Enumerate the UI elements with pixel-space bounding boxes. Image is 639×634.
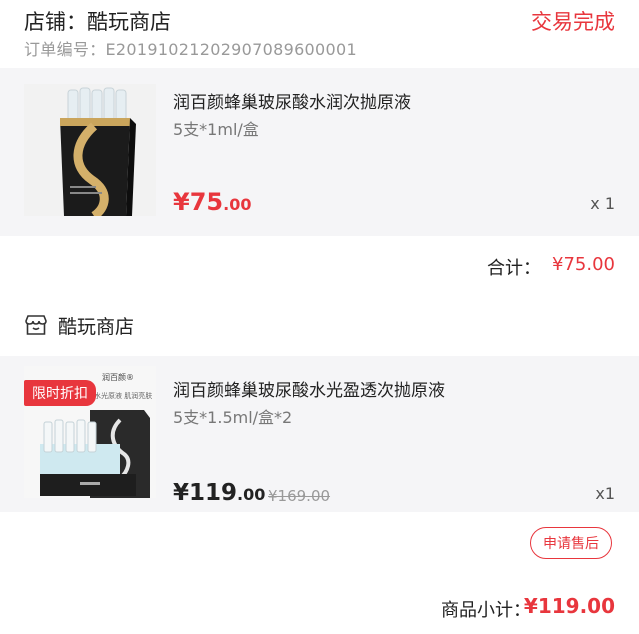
- price-decimal: .00: [237, 485, 266, 504]
- store-name-header[interactable]: 店铺：酷玩商店: [24, 6, 171, 36]
- product-image-box-art: [24, 84, 156, 216]
- store-name: 酷玩商店: [58, 316, 135, 338]
- goods-subtotal-row: 商品小计： ¥119.00: [0, 594, 639, 624]
- image-tagline: 水光原液 肌润亮肤: [94, 391, 152, 400]
- request-after-sale-button[interactable]: 申请售后: [530, 527, 612, 559]
- product-spec: 5支*1.5ml/盒*2: [173, 408, 293, 427]
- product-name[interactable]: 润百颜蜂巢玻尿酸水光盈透次抛原液: [173, 376, 445, 401]
- discount-badge: 限时折扣: [24, 380, 96, 406]
- product-quantity: x 1: [590, 194, 615, 213]
- order-status: 交易完成: [531, 10, 615, 34]
- price-integer: ¥75: [173, 188, 224, 216]
- order-subtotal-row: 合计： ¥75.00: [0, 250, 639, 280]
- goods-subtotal-value: ¥119.00: [523, 594, 615, 618]
- image-brand-text: 润百颜®: [102, 372, 134, 382]
- store-icon: [25, 315, 47, 335]
- subtotal-label: 合计：: [487, 258, 541, 279]
- price-integer: ¥119: [173, 480, 238, 506]
- product-card[interactable]: 润百颜蜂巢玻尿酸水润次抛原液 5支*1ml/盒 ¥75.00 x 1: [0, 68, 639, 236]
- product-image[interactable]: 润百颜® 水光原液 肌润亮肤 限时折扣: [24, 366, 156, 498]
- product-image[interactable]: [24, 84, 156, 216]
- original-price: ¥169.00: [268, 487, 331, 505]
- order-number: 订单编号：E20191021202907089600001: [24, 40, 357, 59]
- goods-subtotal-label: 商品小计：: [441, 600, 531, 621]
- product-name[interactable]: 润百颜蜂巢玻尿酸水润次抛原液: [173, 88, 411, 113]
- subtotal-value: ¥75.00: [552, 254, 615, 275]
- product-quantity: x1: [595, 484, 615, 503]
- product-spec: 5支*1ml/盒: [173, 120, 259, 139]
- product-card[interactable]: 润百颜® 水光原液 肌润亮肤 限时折扣 润百颜蜂巢玻尿酸水光盈透次抛原液 5支*…: [0, 356, 639, 512]
- product-price: ¥119.00: [173, 480, 265, 506]
- price-decimal: .00: [223, 195, 252, 214]
- product-price: ¥75.00: [173, 188, 251, 216]
